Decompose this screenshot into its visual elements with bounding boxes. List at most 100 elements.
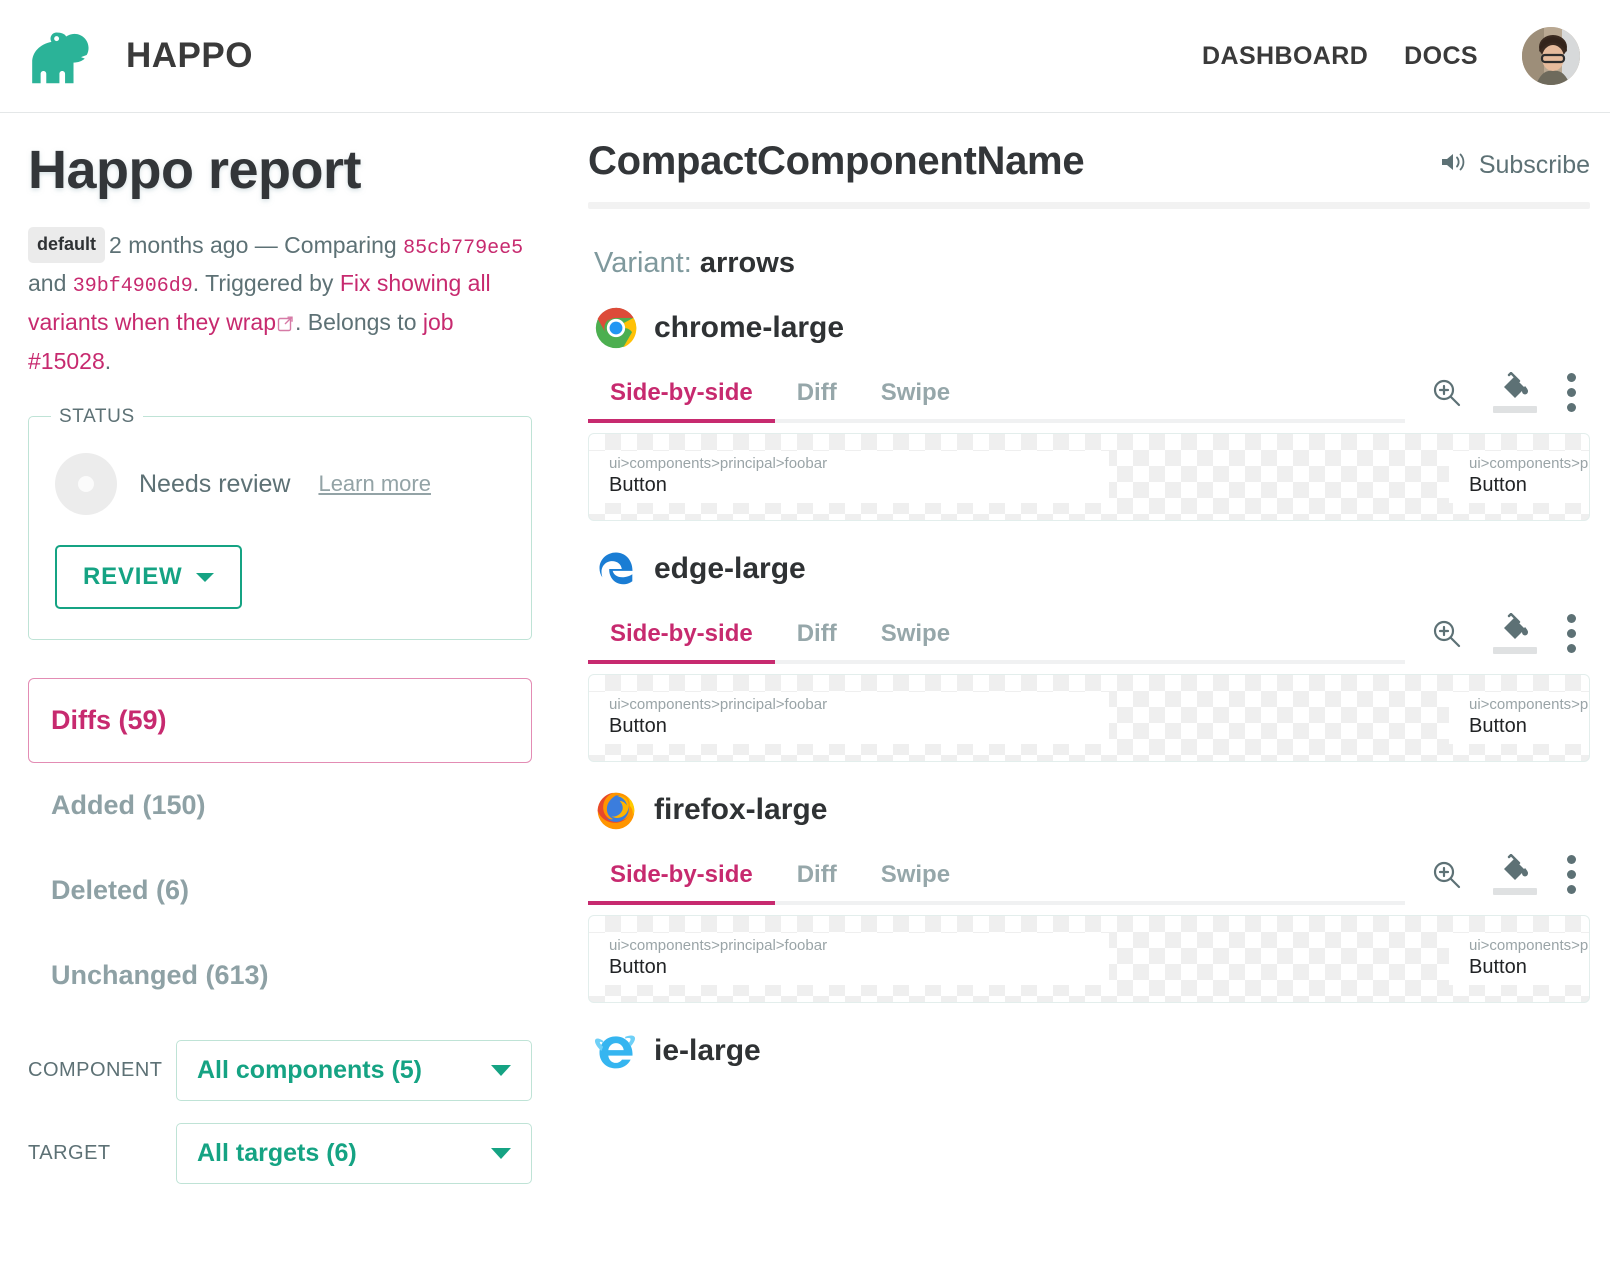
component-select[interactable]: All components (5) [176,1040,532,1102]
tab-side-by-side[interactable]: Side-by-side [588,861,775,905]
avatar-image [1522,27,1580,85]
zoom-in-icon[interactable] [1431,859,1463,891]
status-indicator-icon [55,453,117,516]
component-select-value: All components (5) [197,1056,423,1085]
tab-swipe[interactable]: Swipe [858,861,973,905]
page-body: Happo report default 2 months ago — Compa… [0,113,1610,1288]
belongs-text: . Belongs to [295,308,423,335]
tab-diff[interactable]: Diff [774,861,859,905]
browser-row: edge-large [588,547,1590,591]
snapshot-comparison[interactable]: ui>components>principal>foobar Button ui… [588,433,1590,521]
browser-name: edge-large [654,552,806,585]
internet-explorer-icon [594,1035,636,1069]
subscribe-button[interactable]: Subscribe [1440,150,1590,181]
snapshot-comparison[interactable]: ui>components>principal>foobar Button ui… [588,674,1590,762]
status-text: Needs review [139,469,291,498]
component-label: COMPONENT [28,1059,163,1082]
snapshot-button-label: Button [609,474,667,496]
view-tabbar: Side-by-side Diff Swipe [588,854,1590,905]
tab-side-by-side[interactable]: Side-by-side [588,379,775,423]
target-select[interactable]: All targets (6) [176,1123,532,1185]
hash-after: 39bf4906d9 [72,275,193,299]
nav-dashboard[interactable]: DASHBOARD [1202,42,1368,71]
external-link-icon [277,306,294,343]
view-tools [1405,372,1590,423]
tab-diff[interactable]: Diff [774,620,859,664]
report-time: 2 months ago — Comparing [109,232,404,258]
paint-bucket-active-indicator [1493,888,1537,895]
browser-row: ie-large [588,1029,1590,1073]
snapshot-before: ui>components>principal>foobar Button [589,451,1109,503]
tabbar-filler [972,901,1405,905]
paint-bucket-icon[interactable] [1493,613,1537,654]
tabbar-filler [972,419,1405,423]
zoom-in-icon[interactable] [1431,377,1463,409]
tabbar-filler [972,660,1405,664]
snapshot-path: ui>components>principal>foobar [609,937,828,954]
more-options-icon[interactable] [1567,373,1576,412]
status-legend: STATUS [51,406,143,429]
report-meta: default 2 months ago — Comparing 85cb779e… [28,227,532,380]
view-tabbar: Side-by-side Diff Swipe [588,613,1590,664]
view-tabbar: Side-by-side Diff Swipe [588,372,1590,423]
browser-row: firefox-large [588,788,1590,832]
filter-diffs[interactable]: Diffs (59) [28,678,532,764]
tab-side-by-side[interactable]: Side-by-side [588,620,775,664]
snapshot-after: ui>components>principal>foobar Button [1449,933,1589,985]
snapshot-button-label: Button [609,956,667,978]
more-options-icon[interactable] [1567,855,1576,894]
triggered-text: . Triggered by [192,270,340,297]
zoom-in-icon[interactable] [1431,618,1463,650]
header-divider [588,202,1590,209]
component-header: CompactComponentName Subscribe [588,139,1590,184]
component-title: CompactComponentName [588,139,1085,183]
nav-docs[interactable]: DOCS [1404,42,1478,71]
paint-bucket-icon[interactable] [1493,854,1537,895]
brand[interactable]: HAPPO [28,25,253,87]
and-text: and [28,270,73,297]
target-select-value: All targets (6) [197,1139,357,1168]
view-tabs: Side-by-side Diff Swipe [588,620,973,664]
snapshot-button-label: Button [1469,715,1527,737]
paint-bucket-active-indicator [1493,647,1537,654]
target-label: TARGET [28,1142,111,1165]
filter-deleted[interactable]: Deleted (6) [28,848,532,933]
more-options-icon[interactable] [1567,614,1576,653]
target-filter-row: TARGET All targets (6) [28,1123,532,1185]
snapshot-after: ui>components>principal>foobar Button [1449,692,1589,744]
view-tabs: Side-by-side Diff Swipe [588,379,973,423]
chevron-down-icon [196,572,215,582]
page-title: Happo report [28,140,362,200]
snapshot-path: ui>components>principal>foobar [1469,937,1589,954]
paint-bucket-active-indicator [1493,406,1537,413]
paint-bucket-icon[interactable] [1493,372,1537,413]
snapshot-before: ui>components>principal>foobar Button [589,692,1109,744]
status-panel: STATUS Needs review Learn more REVIEW [28,406,532,641]
browser-name: chrome-large [654,311,845,344]
filter-added[interactable]: Added (150) [28,763,532,848]
tab-swipe[interactable]: Swipe [858,379,973,423]
hippo-logo-icon [32,32,89,84]
tab-diff[interactable]: Diff [774,379,859,423]
snapshot-path: ui>components>principal>foobar [609,455,828,472]
filter-unchanged[interactable]: Unchanged (613) [28,933,532,1018]
period: . [104,348,112,375]
view-tools [1405,613,1590,664]
snapshot-button-label: Button [1469,956,1527,978]
browser-block-edge: edge-large Side-by-side Diff Swipe ui>co… [588,547,1590,762]
nav-links: DASHBOARD DOCS [1202,27,1580,85]
tab-swipe[interactable]: Swipe [858,620,973,664]
firefox-icon [597,792,635,830]
snapshot-comparison[interactable]: ui>components>principal>foobar Button ui… [588,915,1590,1003]
status-badge: default [28,227,106,264]
browser-name: ie-large [654,1034,761,1067]
browser-block-chrome: chrome-large Side-by-side Diff Swipe ui>… [588,306,1590,521]
avatar[interactable] [1522,27,1580,85]
snapshot-button-label: Button [1469,474,1527,496]
review-button[interactable]: REVIEW [55,545,243,610]
browser-block-firefox: firefox-large Side-by-side Diff Swipe ui… [588,788,1590,1003]
filter-list: Diffs (59) Added (150) Deleted (6) Uncha… [28,678,532,1018]
main-content: CompactComponentName Subscribe Variant: … [560,113,1610,1288]
learn-more-link[interactable]: Learn more [318,471,431,497]
subscribe-label: Subscribe [1478,151,1590,179]
